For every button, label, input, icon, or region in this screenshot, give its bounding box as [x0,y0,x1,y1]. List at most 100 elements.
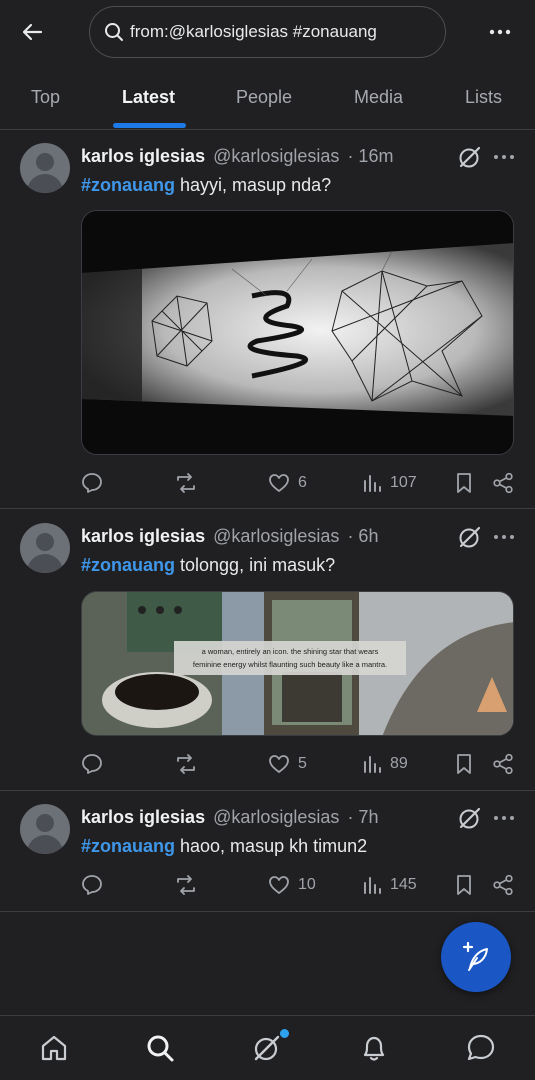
view-count: 145 [390,876,417,893]
bookmark-icon [457,754,471,774]
bookmark-button[interactable] [455,872,473,898]
tab-lists[interactable]: Lists [465,64,502,130]
author-name[interactable]: karlos iglesias [81,146,205,166]
repost-button[interactable] [174,751,198,777]
tweet-image[interactable]: a woman, entirely an icon. the shining s… [81,591,514,736]
reply-icon [82,875,102,895]
author-name[interactable]: karlos iglesias [81,526,205,546]
tweet-time: · 6h [347,526,379,546]
compose-icon [462,941,488,971]
more-icon[interactable] [492,145,516,169]
grok-icon [254,1035,280,1061]
compose-button[interactable] [441,922,511,992]
media-caption-line-1: a woman, entirely an icon. the shining s… [202,647,379,656]
views-button[interactable]: 89 [362,751,408,777]
repost-icon [177,754,195,774]
nav-notifications[interactable] [356,1030,392,1066]
hashtag-link[interactable]: #zonauang [81,555,175,575]
search-icon [104,21,126,43]
grok-icon[interactable] [457,805,483,831]
repost-icon [177,875,195,895]
like-button[interactable]: 5 [268,751,307,777]
author-name[interactable]: karlos iglesias [81,807,205,827]
search-input[interactable] [130,22,430,42]
bookmark-button[interactable] [455,470,473,496]
bottom-navigation [0,1015,535,1080]
share-button[interactable] [492,470,514,496]
share-icon [493,874,513,896]
tab-media[interactable]: Media [354,64,403,130]
media-caption-line-2: feminine energy whilst flaunting such be… [193,660,387,669]
share-icon [493,753,513,775]
hashtag-link[interactable]: #zonauang [81,836,175,856]
like-button[interactable]: 10 [268,872,316,898]
hashtag-link[interactable]: #zonauang [81,175,175,195]
new-activity-dot [280,1029,289,1038]
views-icon [364,756,381,773]
reply-button[interactable] [81,751,103,777]
like-icon [269,755,289,773]
tweet-text: #zonauang tolongg, ini masuk? [81,555,336,575]
messages-icon [467,1034,495,1061]
bookmark-button[interactable] [455,751,473,777]
more-icon[interactable] [492,806,516,830]
nav-home[interactable] [36,1030,72,1066]
author-handle[interactable]: @karlosiglesias [213,526,339,546]
home-icon [41,1035,67,1061]
author-handle[interactable]: @karlosiglesias [213,146,339,166]
tab-latest[interactable]: Latest [122,64,175,130]
author-handle[interactable]: @karlosiglesias [213,807,339,827]
tweet-header: karlos iglesias @karlosiglesias · 7h [81,807,378,828]
tweet[interactable]: karlos iglesias @karlosiglesias · 16m #z… [0,131,535,509]
like-count: 5 [298,755,307,772]
tweet-actions: 5 89 [81,751,521,777]
tweet-image[interactable] [81,210,514,455]
repost-icon [177,473,195,493]
grok-icon[interactable] [457,144,483,170]
tweet-text: #zonauang hayyi, masup nda? [81,175,332,195]
avatar[interactable] [20,523,70,573]
active-tab-indicator [113,123,186,128]
repost-button[interactable] [174,872,198,898]
more-options-button[interactable] [482,16,518,48]
back-arrow-icon [22,23,43,41]
sculpture-photo [82,211,513,454]
top-bar [0,0,535,64]
views-button[interactable]: 107 [362,470,417,496]
tweet-actions: 6 107 [81,470,521,496]
search-icon [147,1035,174,1062]
share-button[interactable] [492,751,514,777]
tab-people[interactable]: People [236,64,292,130]
reply-icon [82,473,102,493]
bookmark-icon [457,875,471,895]
tweet[interactable]: karlos iglesias @karlosiglesias · 6h #zo… [0,510,535,791]
search-tabs: Top Latest People Media Lists [0,64,535,130]
repost-button[interactable] [174,470,198,496]
tweet-actions: 10 145 [81,872,521,898]
nav-messages[interactable] [463,1030,499,1066]
avatar[interactable] [20,804,70,854]
reply-button[interactable] [81,470,103,496]
tweet[interactable]: karlos iglesias @karlosiglesias · 7h #zo… [0,792,535,912]
reply-button[interactable] [81,872,103,898]
tab-top[interactable]: Top [31,64,60,130]
search-box[interactable] [89,6,446,58]
nav-explore[interactable] [142,1030,178,1066]
share-button[interactable] [492,872,514,898]
back-button[interactable] [14,16,50,48]
tweet-text: #zonauang haoo, masup kh timun2 [81,836,368,856]
more-icon[interactable] [492,525,516,549]
share-icon [493,472,513,494]
view-count: 89 [390,755,408,772]
like-count: 6 [298,474,307,491]
collage-photo: a woman, entirely an icon. the shining s… [82,592,513,735]
tweet-time: · 7h [347,807,379,827]
like-button[interactable]: 6 [268,470,307,496]
views-button[interactable]: 145 [362,872,417,898]
tweet-time: · 16m [347,146,394,166]
grok-icon[interactable] [457,524,483,550]
more-icon [489,29,511,35]
views-icon [364,877,381,894]
tweet-header: karlos iglesias @karlosiglesias · 6h [81,526,378,547]
avatar[interactable] [20,143,70,193]
